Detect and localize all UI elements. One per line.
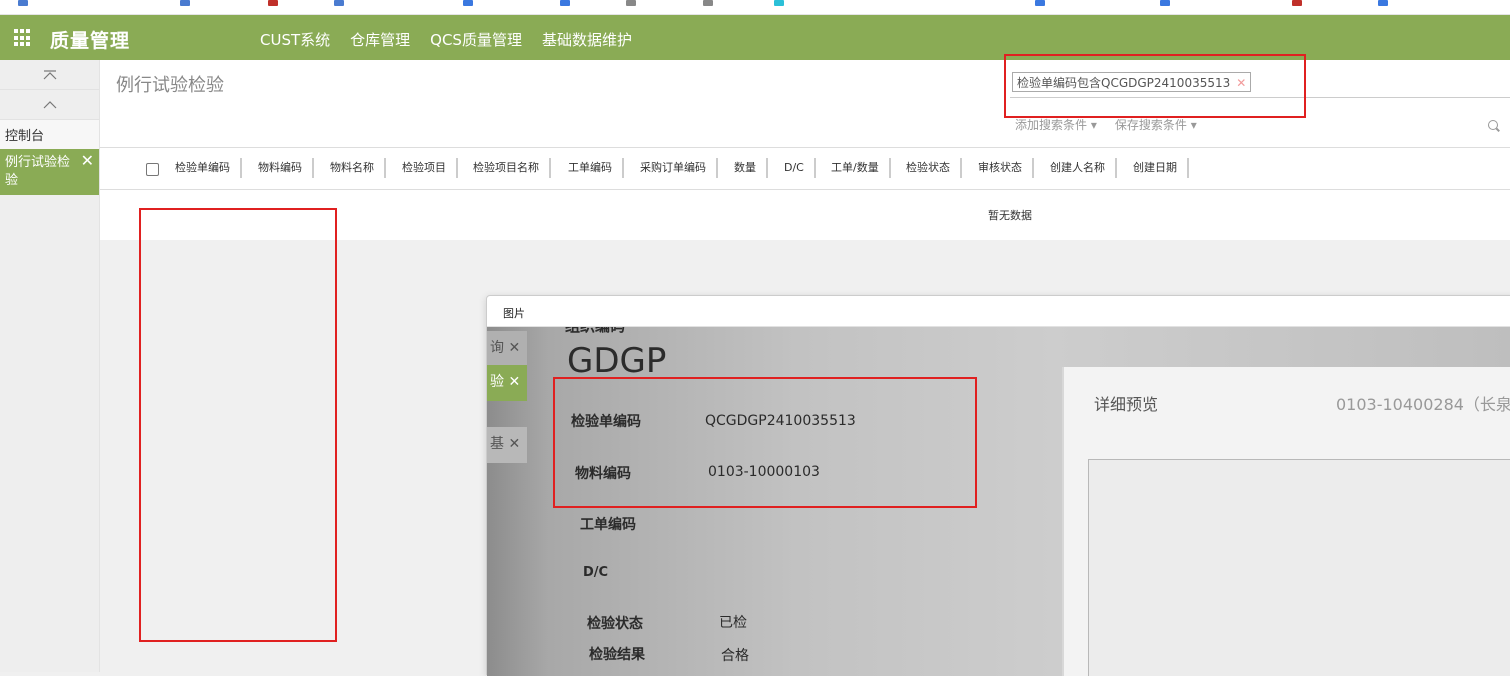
sidebar: 控制台 例行试验检验 ✕ bbox=[0, 60, 100, 672]
photo-screen-content: 组织编码 GDGP 检验单编码 QCGDGP2410035513 物料编码 01… bbox=[529, 327, 1099, 676]
sidebar-item-dashboard[interactable]: 控制台 bbox=[0, 120, 99, 149]
dialog-title: 图片 bbox=[487, 296, 1510, 327]
preview-code: 0103-10400284（长泉 bbox=[1336, 395, 1510, 414]
chevron-up-icon[interactable] bbox=[0, 90, 99, 120]
preview-title: 详细预览 bbox=[1094, 395, 1159, 414]
bookmark-icon[interactable] bbox=[774, 0, 784, 6]
photo-tab: 询 ✕ bbox=[487, 331, 527, 367]
save-filter-dropdown[interactable]: 保存搜索条件 ▾ bbox=[1115, 116, 1197, 133]
photo-field-value: QCGDGP2410035513 bbox=[705, 413, 856, 429]
bookmark-icon[interactable] bbox=[1292, 0, 1302, 6]
column-header[interactable]: 工单编码 bbox=[568, 158, 624, 178]
column-header[interactable]: 数量 bbox=[734, 158, 768, 178]
bookmark-icon[interactable] bbox=[463, 0, 473, 6]
screen-photo: 询 ✕ 验 ✕ 基 ✕ 组织编码 GDGP 检验单编码 QCGDGP241003… bbox=[487, 327, 1510, 676]
top-navbar: 质量管理 CUST系统 仓库管理 QCS质量管理 基础数据维护 bbox=[0, 15, 1510, 60]
photo-field-value: 已检 bbox=[719, 615, 747, 631]
list-table: 检验单编码 物料编码 物料名称 检验项目 检验项目名称 工单编码 采购订单编码 … bbox=[100, 148, 1510, 240]
photo-field-label: 检验结果 bbox=[589, 647, 645, 663]
photo-field-value: 合格 bbox=[721, 648, 749, 664]
bookmark-icon[interactable] bbox=[560, 0, 570, 6]
column-header[interactable]: 检验单编码 bbox=[175, 158, 242, 178]
photo-field-label: 物料编码 bbox=[575, 466, 631, 482]
photo-field-value: 0103-10000103 bbox=[708, 464, 820, 480]
browser-bookmark-bar bbox=[0, 0, 1510, 15]
select-all-checkbox[interactable] bbox=[146, 163, 159, 176]
image-dialog: 图片 询 ✕ 验 ✕ 基 ✕ 组织编码 GDGP 检验单编码 QCGDGP241… bbox=[486, 295, 1510, 676]
preview-frame bbox=[1088, 459, 1510, 676]
photo-heading: 组织编码 bbox=[565, 327, 625, 336]
sidebar-item-routine-test[interactable]: 例行试验检验 ✕ bbox=[0, 149, 99, 195]
control-panel: 例行试验检验 检验单编码包含QCGDGP2410035513 ✕ 添加搜索条件 ▾… bbox=[100, 60, 1510, 148]
column-header[interactable]: D/C bbox=[784, 158, 816, 178]
column-header[interactable]: 物料编码 bbox=[258, 158, 314, 178]
bookmark-icon[interactable] bbox=[1035, 0, 1045, 6]
bookmark-icon[interactable] bbox=[268, 0, 278, 6]
bookmark-icon[interactable] bbox=[1378, 0, 1388, 6]
bookmark-icon[interactable] bbox=[180, 0, 190, 6]
add-filter-dropdown[interactable]: 添加搜索条件 ▾ bbox=[1015, 116, 1097, 133]
bookmark-icon[interactable] bbox=[1160, 0, 1170, 6]
app-brand[interactable]: 质量管理 bbox=[50, 26, 130, 53]
photo-tab: 验 ✕ bbox=[487, 365, 527, 401]
photo-field-label: 检验状态 bbox=[587, 616, 643, 632]
photo-org-code: GDGP bbox=[567, 341, 667, 381]
sidebar-item-label: 例行试验检验 bbox=[5, 155, 71, 188]
bookmark-icon[interactable] bbox=[626, 0, 636, 6]
column-header[interactable]: 检验项目名称 bbox=[473, 158, 551, 178]
page-title: 例行试验检验 bbox=[116, 75, 224, 96]
column-header[interactable]: 审核状态 bbox=[978, 158, 1034, 178]
column-header[interactable]: 创建人名称 bbox=[1050, 158, 1117, 178]
photo-tab: 基 ✕ bbox=[487, 427, 527, 463]
close-icon[interactable]: ✕ bbox=[81, 152, 94, 170]
menu-basic-data[interactable]: 基础数据维护 bbox=[542, 29, 632, 50]
apps-grid-icon[interactable] bbox=[14, 29, 32, 47]
menu-cust[interactable]: CUST系统 bbox=[260, 29, 330, 50]
bookmark-icon[interactable] bbox=[334, 0, 344, 6]
column-header[interactable]: 检验状态 bbox=[906, 158, 962, 178]
empty-message: 暂无数据 bbox=[988, 209, 1032, 222]
photo-field-label: 检验单编码 bbox=[571, 414, 641, 430]
column-header[interactable]: 创建日期 bbox=[1133, 158, 1189, 178]
photo-preview-panel: 详细预览 0103-10400284（长泉 bbox=[1062, 367, 1510, 676]
column-header[interactable]: 工单/数量 bbox=[831, 158, 891, 178]
remove-facet-icon[interactable]: ✕ bbox=[1236, 76, 1246, 90]
search-options: 添加搜索条件 ▾ 保存搜索条件 ▾ bbox=[1015, 116, 1197, 133]
menu-warehouse[interactable]: 仓库管理 bbox=[350, 29, 410, 50]
photo-field-label: D/C bbox=[583, 565, 609, 580]
search-facet-label: 检验单编码包含QCGDGP2410035513 bbox=[1017, 76, 1231, 90]
table-header: 检验单编码 物料编码 物料名称 检验项目 检验项目名称 工单编码 采购订单编码 … bbox=[100, 148, 1510, 190]
column-header[interactable]: 物料名称 bbox=[330, 158, 386, 178]
search-bar[interactable]: 检验单编码包含QCGDGP2410035513 ✕ bbox=[1010, 71, 1510, 98]
bookmark-icon[interactable] bbox=[18, 0, 28, 6]
column-header[interactable]: 采购订单编码 bbox=[640, 158, 718, 178]
search-facet[interactable]: 检验单编码包含QCGDGP2410035513 ✕ bbox=[1012, 72, 1252, 92]
top-menu: CUST系统 仓库管理 QCS质量管理 基础数据维护 bbox=[260, 29, 632, 50]
search-icon[interactable] bbox=[1488, 120, 1498, 130]
menu-qcs[interactable]: QCS质量管理 bbox=[430, 29, 522, 50]
collapse-top-icon[interactable] bbox=[0, 60, 99, 90]
photo-field-label: 工单编码 bbox=[580, 517, 636, 533]
column-header[interactable]: 检验项目 bbox=[402, 158, 458, 178]
bookmark-icon[interactable] bbox=[703, 0, 713, 6]
